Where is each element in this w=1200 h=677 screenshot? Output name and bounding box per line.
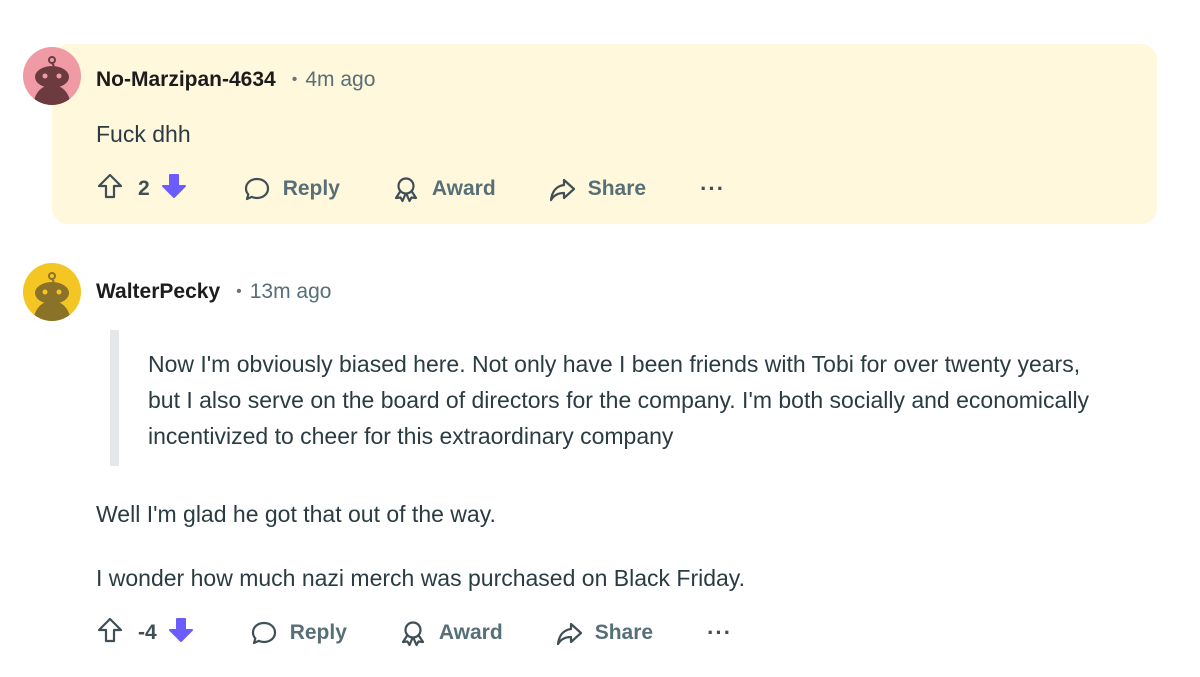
comment-paragraph: Well I'm glad he got that out of the way… [96,501,496,527]
comment-actions: 2 Reply Award Share ··· [96,172,725,206]
share-label: Share [587,177,647,200]
comment-body: Fuck dhh [96,121,191,147]
meta-separator: • [236,283,242,300]
vote-control: -4 [96,616,195,650]
comment-paragraph: I wonder how much nazi merch was purchas… [96,565,745,591]
downvote-arrow-icon [168,618,193,642]
reply-label: Reply [282,177,340,200]
share-arrow-icon [549,178,575,202]
award-ribbon-icon [394,177,417,203]
comment-actions: -4 Reply Award Share ··· [96,616,732,650]
award-label: Award [438,621,503,644]
reply-label: Reply [289,621,347,644]
share-button[interactable]: Share [555,619,653,647]
upvote-arrow-icon [97,173,123,199]
comment-time[interactable]: 13m ago [250,280,332,304]
reply-button[interactable]: Reply [250,619,347,647]
award-ribbon-icon [401,621,424,647]
blockquote: Now I'm obviously biased here. Not only … [110,330,1100,466]
avatar[interactable] [23,47,81,105]
comment-1: No-Marzipan-4634 • 4m ago Fuck dhh 2 Rep… [0,0,1200,235]
more-options-button[interactable]: ··· [707,620,732,646]
award-label: Award [431,177,496,200]
downvote-arrow-icon [161,174,186,198]
vote-score: -4 [138,621,157,644]
more-options-button[interactable]: ··· [700,176,725,202]
comment-meta: WalterPecky • 13m ago [96,280,331,304]
upvote-button[interactable] [96,172,124,206]
comment-time[interactable]: 4m ago [305,68,375,92]
upvote-button[interactable] [96,616,124,650]
award-button[interactable]: Award [399,619,503,647]
vote-score: 2 [138,177,150,200]
share-label: Share [594,621,654,644]
meta-separator: • [291,71,298,88]
share-arrow-icon [556,622,582,646]
upvote-arrow-icon [97,617,123,643]
share-button[interactable]: Share [548,175,646,203]
downvote-button[interactable] [160,172,188,206]
comment-meta: No-Marzipan-4634 • 4m ago [96,68,375,92]
reply-bubble-icon [251,621,276,645]
author-name[interactable]: WalterPecky [96,280,220,304]
award-button[interactable]: Award [392,175,496,203]
vote-control: 2 [96,172,188,206]
avatar[interactable] [23,263,81,321]
snoo-avatar-icon [33,272,71,321]
author-name[interactable]: No-Marzipan-4634 [96,68,276,92]
reply-bubble-icon [244,177,269,201]
downvote-button[interactable] [167,616,195,650]
comment-2: WalterPecky • 13m ago Now I'm obviously … [0,255,1200,677]
snoo-avatar-icon [33,56,71,105]
reply-button[interactable]: Reply [243,175,340,203]
